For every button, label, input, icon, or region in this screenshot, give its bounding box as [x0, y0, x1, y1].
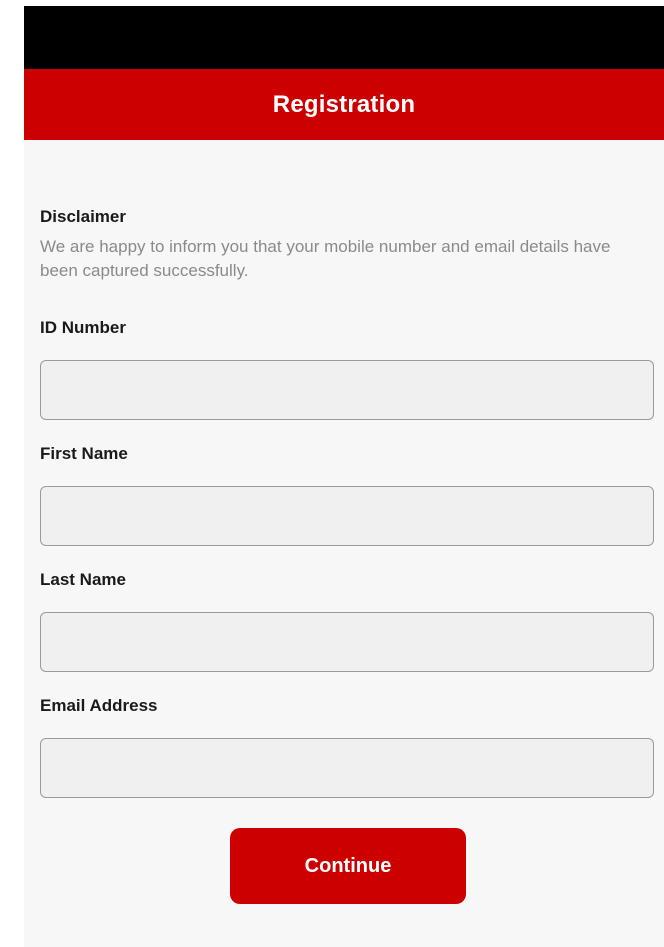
- id-number-field[interactable]: [40, 360, 654, 420]
- page-title: Registration: [272, 90, 416, 118]
- continue-button[interactable]: Continue: [230, 828, 466, 904]
- disclaimer-title: Disclaimer: [40, 207, 126, 226]
- disclaimer-text: We are happy to inform you that your mob…: [40, 237, 611, 280]
- first-name-field[interactable]: [40, 486, 654, 546]
- app-bar: Registration: [24, 69, 664, 140]
- registration-screen: Registration Disclaimer We are happy to …: [24, 6, 664, 947]
- first-name-label: First Name: [40, 444, 128, 463]
- email-address-label: Email Address: [40, 696, 158, 715]
- id-number-label: ID Number: [40, 318, 126, 337]
- email-field[interactable]: [40, 738, 654, 798]
- status-bar: [24, 6, 664, 69]
- last-name-field[interactable]: [40, 612, 654, 672]
- last-name-label: Last Name: [40, 570, 126, 589]
